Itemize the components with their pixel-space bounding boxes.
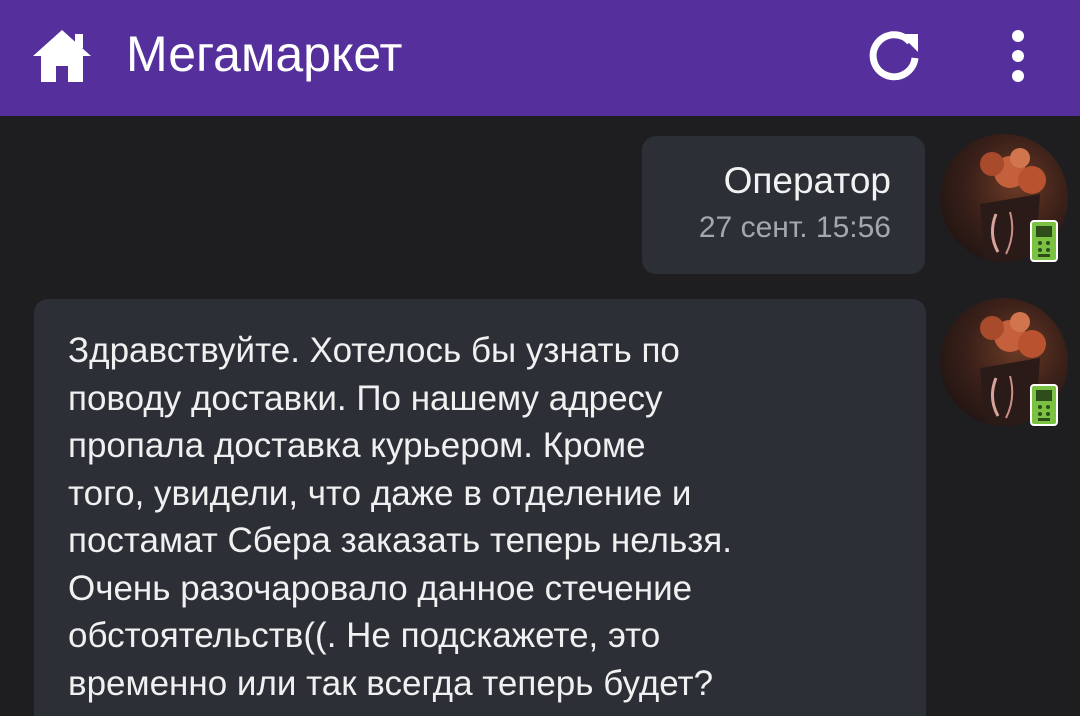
app-bar: Мегамаркет [0,0,1080,116]
mobile-phone-icon [1030,384,1058,426]
message-line: того, увидели, что даже в отделение и [68,473,692,513]
more-vert-icon [1012,30,1024,82]
user-message-bubble[interactable]: Здравствуйте. Хотелось бы узнать по пово… [34,299,926,716]
sender-name: Оператор [723,160,891,201]
message-line: постамат Сбера заказать теперь нельзя. [68,521,732,560]
mobile-phone-icon [1030,220,1058,262]
message-text: Здравствуйте. Хотелось бы узнать по пово… [68,327,892,707]
chat-screen: Мегамаркет Оператор 27 сент. 15:56 Здрав… [0,0,1080,716]
message-line: Здравствуйте. Хотелось бы узнать по [68,331,680,370]
home-icon [33,30,91,82]
message-timestamp: 27 сент. 15:56 [698,211,891,244]
avatar[interactable] [940,134,1068,262]
operator-message-bubble[interactable]: Оператор 27 сент. 15:56 [642,136,925,274]
message-line: Очень разочаровало данное стечение [68,568,693,608]
message-line: поводу доставки. По нашему адресу [68,378,663,418]
avatar[interactable] [940,298,1068,426]
more-menu-button[interactable] [992,22,1044,90]
message-line: пропала доставка курьером. Кроме [68,426,646,465]
home-button[interactable] [28,22,96,90]
refresh-icon [869,31,919,81]
message-line: обстоятельств((. Не подскажете, это [68,616,661,655]
refresh-button[interactable] [860,22,928,90]
message-line: временно или так всегда теперь будет? [68,663,714,703]
app-title: Мегамаркет [126,26,403,82]
